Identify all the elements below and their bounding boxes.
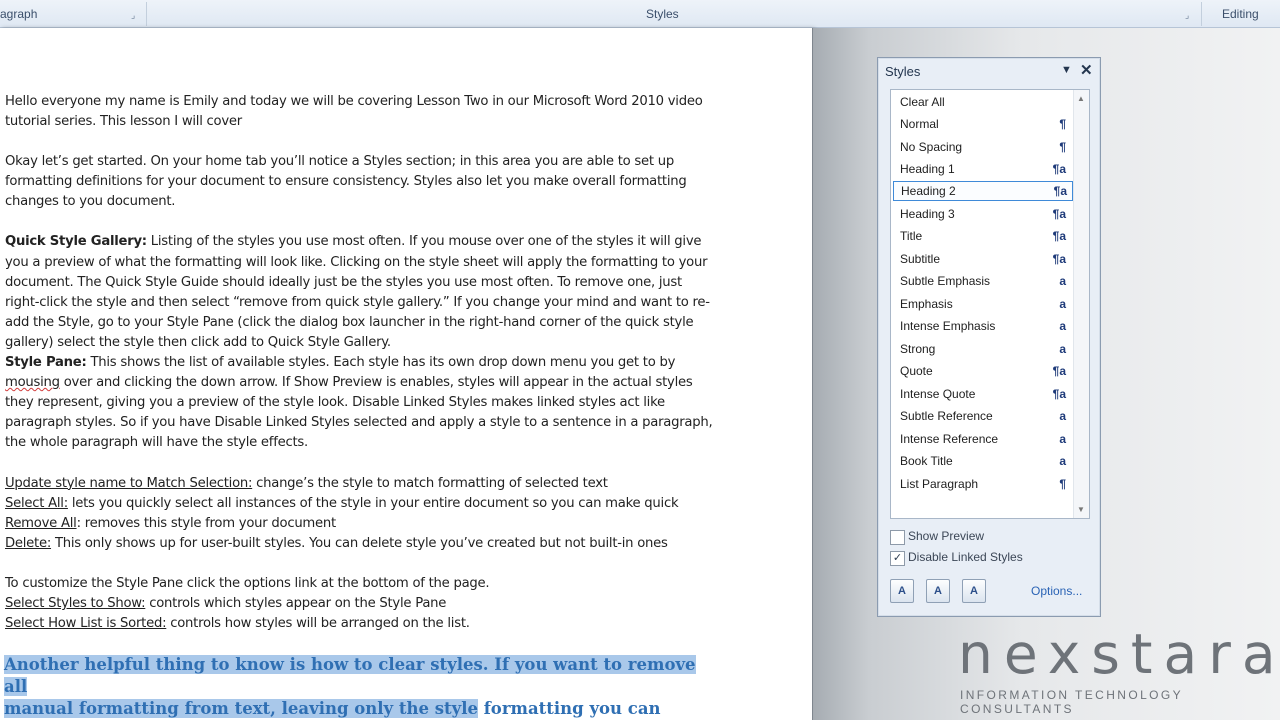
style-item-title[interactable]: Title ¶a	[893, 226, 1071, 246]
character-style-icon: a	[1059, 454, 1066, 468]
character-style-icon: a	[1059, 342, 1066, 356]
character-style-icon: a	[1059, 409, 1066, 423]
show-preview-checkbox[interactable]	[890, 530, 905, 545]
styles-list-scrollbar[interactable]: ▲ ▼	[1073, 90, 1089, 518]
manage-styles-button[interactable]: A	[962, 579, 986, 603]
scroll-down-icon[interactable]: ▼	[1077, 505, 1085, 514]
paragraph-remove-all: Remove All: removes this style from your…	[5, 515, 336, 531]
pane-menu-icon[interactable]: ▼	[1061, 64, 1072, 76]
linked-style-icon: ¶a	[1052, 229, 1066, 243]
paragraph-style-icon: ¶	[1059, 117, 1066, 131]
linked-style-icon: ¶a	[1052, 364, 1066, 378]
style-pane-label: Style Pane:	[5, 355, 87, 371]
linked-style-icon: ¶a	[1053, 184, 1067, 198]
paragraph-getting-started: Okay let’s get started. On your home tab…	[5, 154, 687, 210]
style-item-clear-all[interactable]: Clear All	[893, 92, 1071, 112]
linked-style-icon: ¶a	[1052, 207, 1066, 221]
editing-group-label: Editing	[1222, 7, 1259, 21]
quick-style-gallery-label: Quick Style Gallery:	[5, 234, 147, 250]
style-item-strong[interactable]: Strong a	[893, 339, 1071, 359]
paragraph-select-sort: Select How List is Sorted: controls how …	[5, 616, 470, 632]
close-icon[interactable]: ✕	[1080, 61, 1093, 79]
style-item-normal[interactable]: Normal ¶	[893, 114, 1071, 134]
style-item-no-spacing[interactable]: No Spacing ¶	[893, 137, 1071, 157]
style-inspector-icon: A	[934, 585, 942, 597]
ribbon-separator	[146, 2, 147, 26]
paragraph-style-icon: ¶	[1059, 477, 1066, 491]
style-item-intense-quote[interactable]: Intense Quote ¶a	[893, 384, 1071, 404]
character-style-icon: a	[1059, 297, 1066, 311]
style-item-heading-2[interactable]: Heading 2 ¶a	[893, 181, 1073, 201]
style-item-subtitle[interactable]: Subtitle ¶a	[893, 249, 1071, 269]
paragraph-delete: Delete: This only shows up for user-buil…	[5, 535, 668, 551]
options-link[interactable]: Options...	[1031, 584, 1082, 598]
character-style-icon: a	[1059, 319, 1066, 333]
ribbon-group-labels: agraph ⌟ Styles ⌟ Editing	[0, 0, 1280, 28]
paragraph-group-label: agraph	[0, 7, 38, 21]
misspelled-word[interactable]: mousing	[5, 375, 60, 390]
selected-text: Another helpful thing to know is how to …	[4, 655, 696, 696]
style-item-intense-emphasis[interactable]: Intense Emphasis a	[893, 316, 1071, 336]
styles-pane-title: Styles	[885, 64, 921, 79]
style-item-intense-reference[interactable]: Intense Reference a	[893, 429, 1071, 449]
style-item-heading-3[interactable]: Heading 3 ¶a	[893, 204, 1071, 224]
new-style-icon: A	[898, 585, 906, 597]
paragraph-update-style: Update style name to Match Selection: ch…	[5, 475, 608, 491]
paragraph-select-all: Select All: lets you quickly select all …	[5, 495, 679, 511]
document-body[interactable]: Hello everyone my name is Emily and toda…	[5, 92, 717, 634]
nexstara-logo: nexstara	[958, 622, 1280, 686]
highlighted-heading-text[interactable]: Another helpful thing to know is how to …	[4, 654, 696, 720]
style-item-quote[interactable]: Quote ¶a	[893, 361, 1071, 381]
paragraph-quick-style-gallery: Quick Style Gallery: Listing of the styl…	[5, 234, 710, 350]
disable-linked-styles-checkbox[interactable]: ✓	[890, 551, 905, 566]
selected-text: manual formatting from text, leaving onl…	[4, 699, 478, 718]
disable-linked-styles-label: Disable Linked Styles	[908, 550, 1023, 564]
paragraph-dialog-launcher-icon[interactable]: ⌟	[131, 11, 140, 20]
manage-styles-icon: A	[970, 585, 978, 597]
paragraph-style-pane: Style Pane: This shows the list of avail…	[5, 355, 713, 451]
linked-style-icon: ¶a	[1052, 252, 1066, 266]
style-item-emphasis[interactable]: Emphasis a	[893, 294, 1071, 314]
styles-list[interactable]: Clear All Normal ¶ No Spacing ¶ Heading 1 ¶…	[890, 89, 1090, 519]
paragraph-style-icon: ¶	[1059, 140, 1066, 154]
linked-style-icon: ¶a	[1052, 162, 1066, 176]
ribbon-separator	[1201, 2, 1202, 26]
paragraph-select-styles: Select Styles to Show: controls which st…	[5, 595, 447, 611]
style-item-book-title[interactable]: Book Title a	[893, 451, 1071, 471]
show-preview-label: Show Preview	[908, 529, 985, 543]
style-item-subtle-emphasis[interactable]: Subtle Emphasis a	[893, 271, 1071, 291]
scroll-up-icon[interactable]: ▲	[1077, 94, 1085, 103]
styles-dialog-launcher-icon[interactable]: ⌟	[1185, 11, 1194, 20]
style-inspector-button[interactable]: A	[926, 579, 950, 603]
logo-tagline: INFORMATION TECHNOLOGY CONSULTANTS	[960, 688, 1183, 716]
styles-pane[interactable]: Styles ▼ ✕ Clear All Normal ¶ No Spacing ¶…	[877, 57, 1101, 617]
new-style-button[interactable]: A	[890, 579, 914, 603]
styles-group-label: Styles	[646, 7, 679, 21]
character-style-icon: a	[1059, 432, 1066, 446]
style-item-list-paragraph[interactable]: List Paragraph ¶	[893, 474, 1071, 494]
linked-style-icon: ¶a	[1052, 387, 1066, 401]
paragraph-customize: To customize the Style Pane click the op…	[5, 575, 490, 591]
character-style-icon: a	[1059, 274, 1066, 288]
document-page[interactable]: Hello everyone my name is Emily and toda…	[0, 28, 813, 720]
paragraph-intro: Hello everyone my name is Emily and toda…	[5, 94, 703, 130]
style-item-subtle-reference[interactable]: Subtle Reference a	[893, 406, 1071, 426]
style-item-heading-1[interactable]: Heading 1 ¶a	[893, 159, 1071, 179]
